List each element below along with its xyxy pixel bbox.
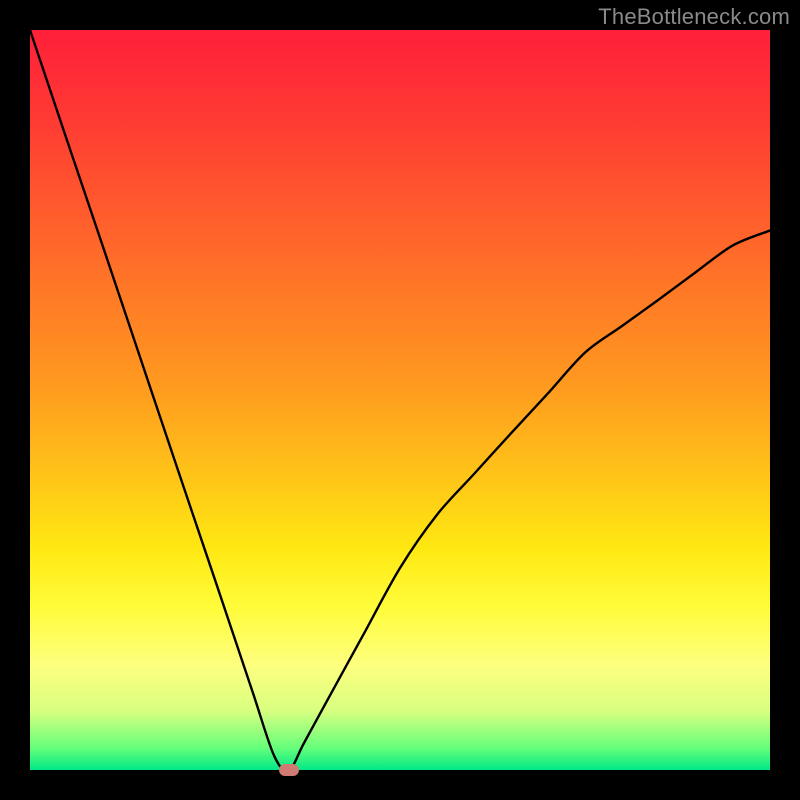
- plot-area: [30, 30, 770, 770]
- bottleneck-curve: [30, 30, 770, 770]
- optimal-marker: [279, 764, 299, 776]
- chart-frame: TheBottleneck.com: [0, 0, 800, 800]
- watermark-text: TheBottleneck.com: [598, 4, 790, 30]
